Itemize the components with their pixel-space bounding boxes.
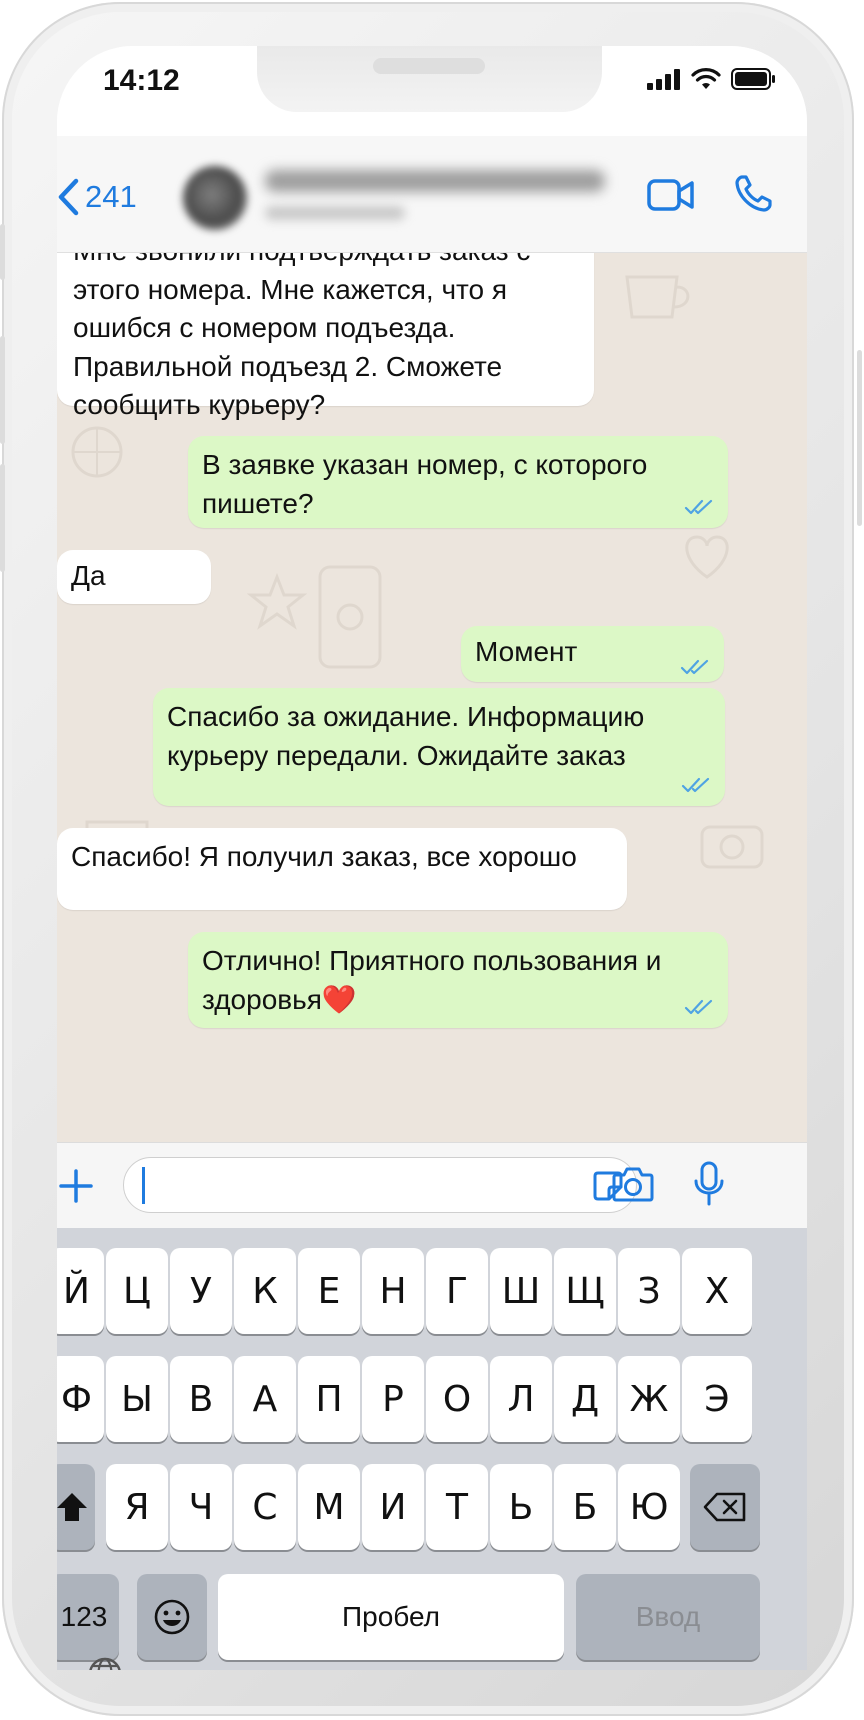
text-caret <box>142 1167 145 1204</box>
wifi-icon <box>691 68 721 89</box>
key[interactable]: Н <box>362 1248 424 1334</box>
key[interactable]: П <box>298 1356 360 1442</box>
volume-up-button <box>0 336 5 444</box>
key[interactable]: О <box>426 1356 488 1442</box>
status-icons <box>647 68 777 90</box>
message-text: Момент <box>475 636 578 667</box>
key[interactable]: Е <box>298 1248 360 1334</box>
volume-down-button <box>0 464 5 572</box>
power-button <box>857 350 862 526</box>
doodle-heart-icon <box>685 535 729 579</box>
key[interactable]: М <box>298 1464 360 1550</box>
message-outgoing[interactable]: В заявке указан номер, с которого пишете… <box>188 436 728 528</box>
key[interactable]: В <box>170 1356 232 1442</box>
key[interactable]: Б <box>554 1464 616 1550</box>
composer-bar <box>57 1142 807 1229</box>
key[interactable]: Р <box>362 1356 424 1442</box>
speaker-grille <box>373 58 485 74</box>
key[interactable]: Д <box>554 1356 616 1442</box>
chevron-left-icon <box>58 178 79 216</box>
message-text: В заявке указан номер, с которого пишете… <box>202 449 648 519</box>
message-text: Мне звонили подтверждать заказ с этого н… <box>73 252 530 420</box>
shift-key[interactable] <box>57 1464 95 1550</box>
backspace-icon <box>703 1492 746 1522</box>
key[interactable]: Щ <box>554 1248 616 1334</box>
key[interactable]: Ц <box>106 1248 168 1334</box>
key[interactable]: Й <box>57 1248 104 1334</box>
key[interactable]: Ч <box>170 1464 232 1550</box>
read-receipt-icon <box>680 659 709 675</box>
notch <box>257 46 602 112</box>
key[interactable]: У <box>170 1248 232 1334</box>
signal-icon <box>647 69 680 90</box>
emoji-icon <box>154 1599 190 1635</box>
key[interactable]: Ы <box>106 1356 168 1442</box>
key[interactable]: Г <box>426 1248 488 1334</box>
message-incoming[interactable]: Спасибо! Я получил заказ, все хорошо <box>57 828 627 910</box>
camera-icon[interactable] <box>612 1165 654 1203</box>
message-outgoing[interactable]: Отлично! Приятного пользования и здоровь… <box>188 932 728 1028</box>
key[interactable]: Ш <box>490 1248 552 1334</box>
read-receipt-icon <box>681 777 710 793</box>
space-key[interactable]: Пробел <box>218 1574 564 1660</box>
avatar[interactable] <box>183 166 247 230</box>
doodle-cup-icon <box>625 275 690 319</box>
key[interactable]: Л <box>490 1356 552 1442</box>
contact-status-blurred <box>265 206 405 220</box>
keyboard: Й Ц У К Е Н Г Ш Щ З Х Ф Ы В А П Р О Л Д … <box>57 1228 807 1670</box>
doodle-lemon-icon <box>71 426 123 478</box>
key[interactable]: И <box>362 1464 424 1550</box>
backspace-key[interactable] <box>690 1464 760 1550</box>
doodle-star-icon <box>247 572 307 630</box>
numbers-key[interactable]: 123 <box>57 1574 119 1660</box>
key[interactable]: З <box>618 1248 680 1334</box>
key[interactable]: Ф <box>57 1356 104 1442</box>
back-count: 241 <box>85 179 137 214</box>
key[interactable]: Ь <box>490 1464 552 1550</box>
read-receipt-icon <box>684 499 713 515</box>
read-receipt-icon <box>684 999 713 1015</box>
status-time: 14:12 <box>103 64 180 97</box>
message-outgoing[interactable]: Момент <box>461 626 724 682</box>
message-text: Отлично! Приятного пользования и здоровь… <box>202 945 662 1015</box>
microphone-icon[interactable] <box>693 1161 725 1207</box>
phone-icon[interactable] <box>733 174 773 214</box>
message-text: Спасибо! Я получил заказ, все хорошо <box>71 841 577 872</box>
key[interactable]: А <box>234 1356 296 1442</box>
message-text: Да <box>71 560 106 591</box>
key[interactable]: Э <box>682 1356 752 1442</box>
key[interactable]: С <box>234 1464 296 1550</box>
message-outgoing[interactable]: Спасибо за ожидание. Информацию курьеру … <box>153 688 725 806</box>
contact-name-blurred[interactable] <box>265 170 605 192</box>
screen: 14:12 241 этого номера. Мне кажется, что… <box>57 46 807 1670</box>
back-button[interactable]: 241 <box>57 178 137 216</box>
key[interactable]: Ю <box>618 1464 680 1550</box>
message-incoming[interactable]: Да <box>57 550 211 604</box>
emoji-key[interactable] <box>137 1574 207 1660</box>
return-key[interactable]: Ввод <box>576 1574 760 1660</box>
chat-header: 241 <box>57 136 807 253</box>
plus-icon[interactable] <box>59 1169 93 1203</box>
key[interactable]: Ж <box>618 1356 680 1442</box>
key[interactable]: Я <box>106 1464 168 1550</box>
doodle-phone-icon <box>318 565 382 669</box>
message-incoming[interactable]: Мне звонили подтверждать заказ с этого н… <box>57 252 594 420</box>
message-list[interactable]: Мне звонили подтверждать заказ с этого н… <box>57 252 807 1142</box>
message-text: Спасибо за ожидание. Информацию курьеру … <box>167 701 645 771</box>
key[interactable]: Т <box>426 1464 488 1550</box>
doodle-camera-icon <box>700 825 764 869</box>
video-call-icon[interactable] <box>647 178 695 212</box>
globe-icon[interactable] <box>87 1656 123 1670</box>
key[interactable]: К <box>234 1248 296 1334</box>
message-input[interactable] <box>123 1157 637 1213</box>
shift-icon <box>57 1493 87 1521</box>
key[interactable]: Х <box>682 1248 752 1334</box>
mute-switch <box>0 224 5 280</box>
battery-icon <box>731 68 775 90</box>
